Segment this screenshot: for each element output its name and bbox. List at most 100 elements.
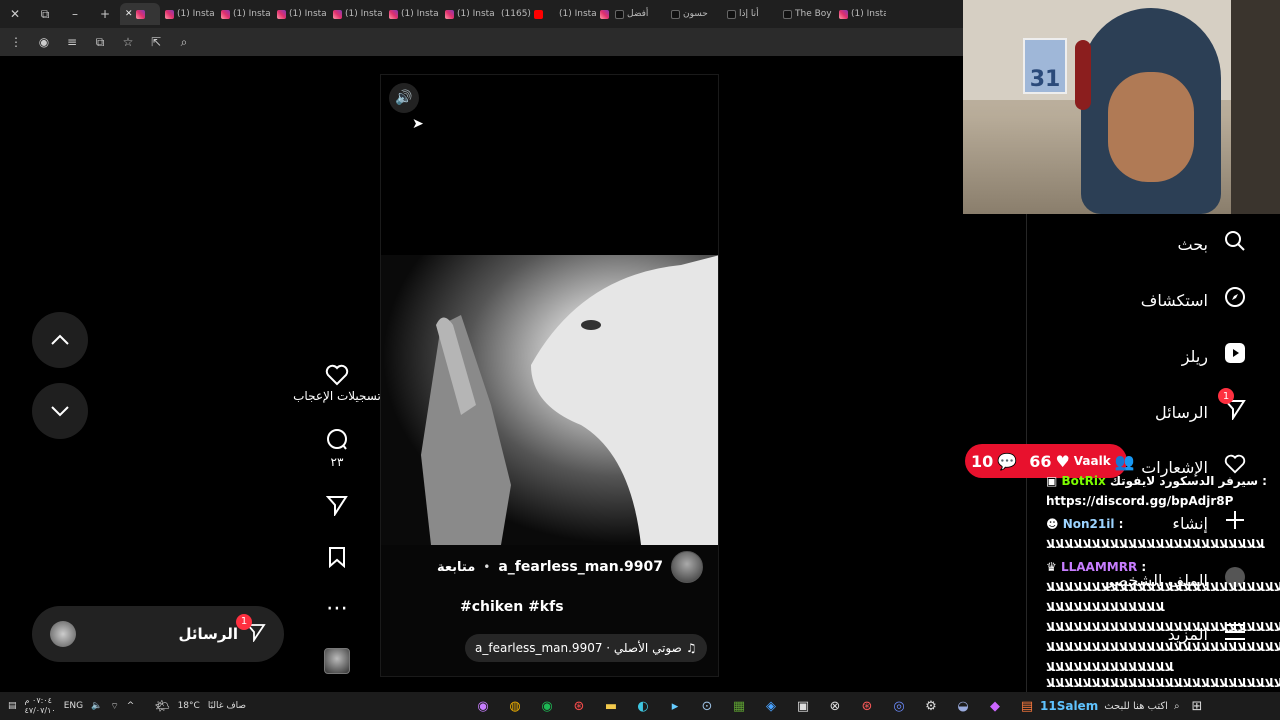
audio-thumbnail[interactable] bbox=[292, 648, 382, 674]
more-action[interactable]: ⋯ bbox=[292, 596, 382, 622]
browser-tab[interactable]: حسون bbox=[666, 3, 722, 25]
search-input[interactable]: اكتب هنا للبحث bbox=[1104, 701, 1168, 712]
jersey-frame: 31 bbox=[1023, 38, 1067, 94]
messenger-icon[interactable]: ◉ bbox=[472, 695, 494, 717]
audio-pill[interactable]: a_fearless_man.9907 · صوتي الأصلي ♫ bbox=[465, 634, 707, 662]
sidebar-item-messages[interactable]: 1 الرسائل bbox=[1155, 388, 1248, 426]
reel-video[interactable]: 🔊 a_fearless_man.9907 • متابعة #chiken #… bbox=[380, 74, 719, 677]
mute-button[interactable]: 🔊 bbox=[389, 83, 419, 113]
viewer-avatar-icon: 👥 bbox=[1114, 451, 1135, 471]
browser-tab[interactable]: (1) Insta bbox=[272, 3, 328, 25]
chrome-icon[interactable]: ◍ bbox=[504, 695, 526, 717]
share-icon[interactable]: ⇱ bbox=[144, 30, 168, 54]
browser-tab[interactable]: (1) Insta bbox=[216, 3, 272, 25]
follow-button[interactable]: متابعة bbox=[437, 560, 475, 575]
comment-action[interactable]: ٢٣ bbox=[292, 428, 382, 469]
app-icon[interactable]: ◈ bbox=[760, 695, 782, 717]
extensions-icon[interactable]: ⧉ bbox=[88, 30, 112, 54]
tray-arrow-icon[interactable]: ^ bbox=[127, 701, 135, 711]
youtube-icon bbox=[533, 9, 543, 19]
sidebar-item-reels[interactable]: ريلز bbox=[1182, 342, 1248, 370]
network-icon[interactable]: ⌔ bbox=[110, 701, 118, 712]
previous-reel-button[interactable] bbox=[32, 312, 88, 368]
notification-badge: 1 bbox=[1218, 388, 1234, 404]
browser-tab[interactable]: (1) Insta bbox=[328, 3, 384, 25]
notification-icon[interactable]: ▤ bbox=[8, 701, 17, 711]
new-tab-button[interactable]: + bbox=[90, 0, 120, 28]
browser-tab-bar: ✕ ⧉ – + ✕ (1) Insta (1) Insta (1) Insta … bbox=[0, 0, 963, 28]
headset-icon bbox=[1075, 40, 1091, 110]
kebab-menu-icon[interactable]: ⋮ bbox=[4, 30, 28, 54]
volume-icon[interactable]: 🔈 bbox=[91, 701, 102, 711]
language-indicator[interactable]: ENG bbox=[64, 701, 83, 711]
browser-tab[interactable]: (1) Insta bbox=[160, 3, 216, 25]
app-icon[interactable]: ◎ bbox=[888, 695, 910, 717]
browser-tab[interactable]: (1) Insta bbox=[834, 3, 886, 25]
search-icon bbox=[1222, 230, 1248, 258]
chat-message: ﻼﻼﻼﻼﻼﻼﻼﻼﻼﻼﻼﻼﻼﻼﻼﻼﻼﻼﻼﻼﻼﻼﻼﻼﻼﻼﻼﻼﻼﻼﻼﻼﻼﻼﻼ bbox=[1046, 676, 1280, 690]
chat-text: : bbox=[1118, 517, 1124, 531]
chat-text: : bbox=[1141, 560, 1147, 574]
reels-icon bbox=[1222, 342, 1248, 370]
tiktok-icon bbox=[671, 9, 680, 19]
avatar[interactable] bbox=[671, 551, 703, 583]
sidebar-item-explore[interactable]: استكشاف bbox=[1141, 286, 1248, 314]
windows-start-icon[interactable]: ⊞ bbox=[1192, 699, 1203, 714]
chevron-down-icon bbox=[51, 406, 69, 417]
restore-window-button[interactable]: ⧉ bbox=[30, 0, 60, 28]
taskbar: ▤ ٠٧:٠٤ م ٤٧/٠٧/١٠ ENG 🔈 ⌔ ^ 🌤 18°C صاف … bbox=[0, 692, 1280, 720]
folder-icon[interactable]: ▬ bbox=[600, 695, 622, 717]
star-icon[interactable]: ☆ bbox=[116, 30, 140, 54]
clock[interactable]: ٠٧:٠٤ م ٤٧/٠٧/١٠ bbox=[25, 696, 56, 716]
instagram-icon bbox=[277, 9, 286, 19]
share-action[interactable] bbox=[292, 494, 382, 516]
zoom-icon[interactable]: ⌕ bbox=[172, 30, 196, 54]
sidebar-item-search[interactable]: بحث bbox=[1178, 230, 1249, 258]
browser-tab[interactable]: The Boy bbox=[778, 3, 834, 25]
browser-tab-active[interactable]: ✕ bbox=[120, 3, 160, 25]
app-icon[interactable]: ◒ bbox=[952, 695, 974, 717]
comment-count: 10 bbox=[971, 451, 994, 471]
terminal-icon[interactable]: ▸ bbox=[664, 695, 686, 717]
xbox-icon[interactable]: ⊗ bbox=[824, 695, 846, 717]
notification-badge: 1 bbox=[236, 613, 252, 630]
instagram-icon bbox=[165, 9, 174, 19]
chat-message: ﻼﻼﻼﻼﻼﻼﻼﻼﻼﻼﻼﻼﻼ bbox=[1046, 600, 1165, 614]
minecraft-icon[interactable]: ▦ bbox=[728, 695, 750, 717]
chat-message: ﻼﻼﻼﻼﻼﻼﻼﻼﻼﻼﻼﻼﻼﻼﻼﻼﻼﻼﻼﻼﻼﻼﻼﻼﻼﻼﻼﻼﻼﻼﻼﻼﻼﻼﻼ bbox=[1046, 640, 1280, 654]
app-icon[interactable]: ⊛ bbox=[856, 695, 878, 717]
instagram-icon bbox=[389, 9, 398, 19]
browser-tab[interactable]: أفضل bbox=[610, 3, 666, 25]
browser-tab[interactable]: أنا إذا bbox=[722, 3, 778, 25]
browser-tab[interactable]: (1) Insta bbox=[554, 3, 610, 25]
browser-tab[interactable]: (1165) bbox=[496, 3, 554, 25]
audio-label: a_fearless_man.9907 · صوتي الأصلي bbox=[475, 641, 682, 655]
taskbar-search[interactable]: 11Salem اكتب هنا للبحث ⌕ ⊞ bbox=[1040, 692, 1280, 720]
app-icon[interactable]: ▤ bbox=[1016, 695, 1038, 717]
minimize-window-button[interactable]: – bbox=[60, 0, 90, 28]
like-action[interactable]: تسجيلات الإعجاب bbox=[292, 364, 382, 403]
chat-text: سيرفر الدسكورد لايفوتك : bbox=[1109, 474, 1267, 488]
edge-icon[interactable]: ◐ bbox=[632, 695, 654, 717]
chat-link[interactable]: https://discord.gg/bpAdjr8P bbox=[1046, 494, 1233, 508]
browser-tab[interactable]: (1) Insta bbox=[384, 3, 440, 25]
messages-label: الرسائل bbox=[178, 625, 238, 643]
reading-list-icon[interactable]: ≡ bbox=[60, 30, 84, 54]
messages-bar[interactable]: 1 الرسائل bbox=[32, 606, 284, 662]
store-icon[interactable]: ▣ bbox=[792, 695, 814, 717]
search-icon: ⌕ bbox=[1173, 700, 1180, 712]
reel-caption[interactable]: #chiken #kfs bbox=[460, 599, 564, 615]
like-count: 66 bbox=[1029, 451, 1052, 471]
author-name[interactable]: a_fearless_man.9907 bbox=[498, 559, 663, 575]
save-action[interactable] bbox=[292, 546, 382, 568]
spotify-icon[interactable]: ◉ bbox=[536, 695, 558, 717]
profile-icon[interactable]: ◉ bbox=[32, 30, 56, 54]
browser-tab[interactable]: (1) Insta bbox=[440, 3, 496, 25]
copilot-icon[interactable]: ◆ bbox=[984, 695, 1006, 717]
app-icon[interactable]: ⊛ bbox=[568, 695, 590, 717]
settings-icon[interactable]: ⚙ bbox=[920, 695, 942, 717]
steam-icon[interactable]: ⊙ bbox=[696, 695, 718, 717]
next-reel-button[interactable] bbox=[32, 383, 88, 439]
close-window-button[interactable]: ✕ bbox=[0, 0, 30, 28]
close-icon[interactable]: ✕ bbox=[125, 9, 133, 19]
